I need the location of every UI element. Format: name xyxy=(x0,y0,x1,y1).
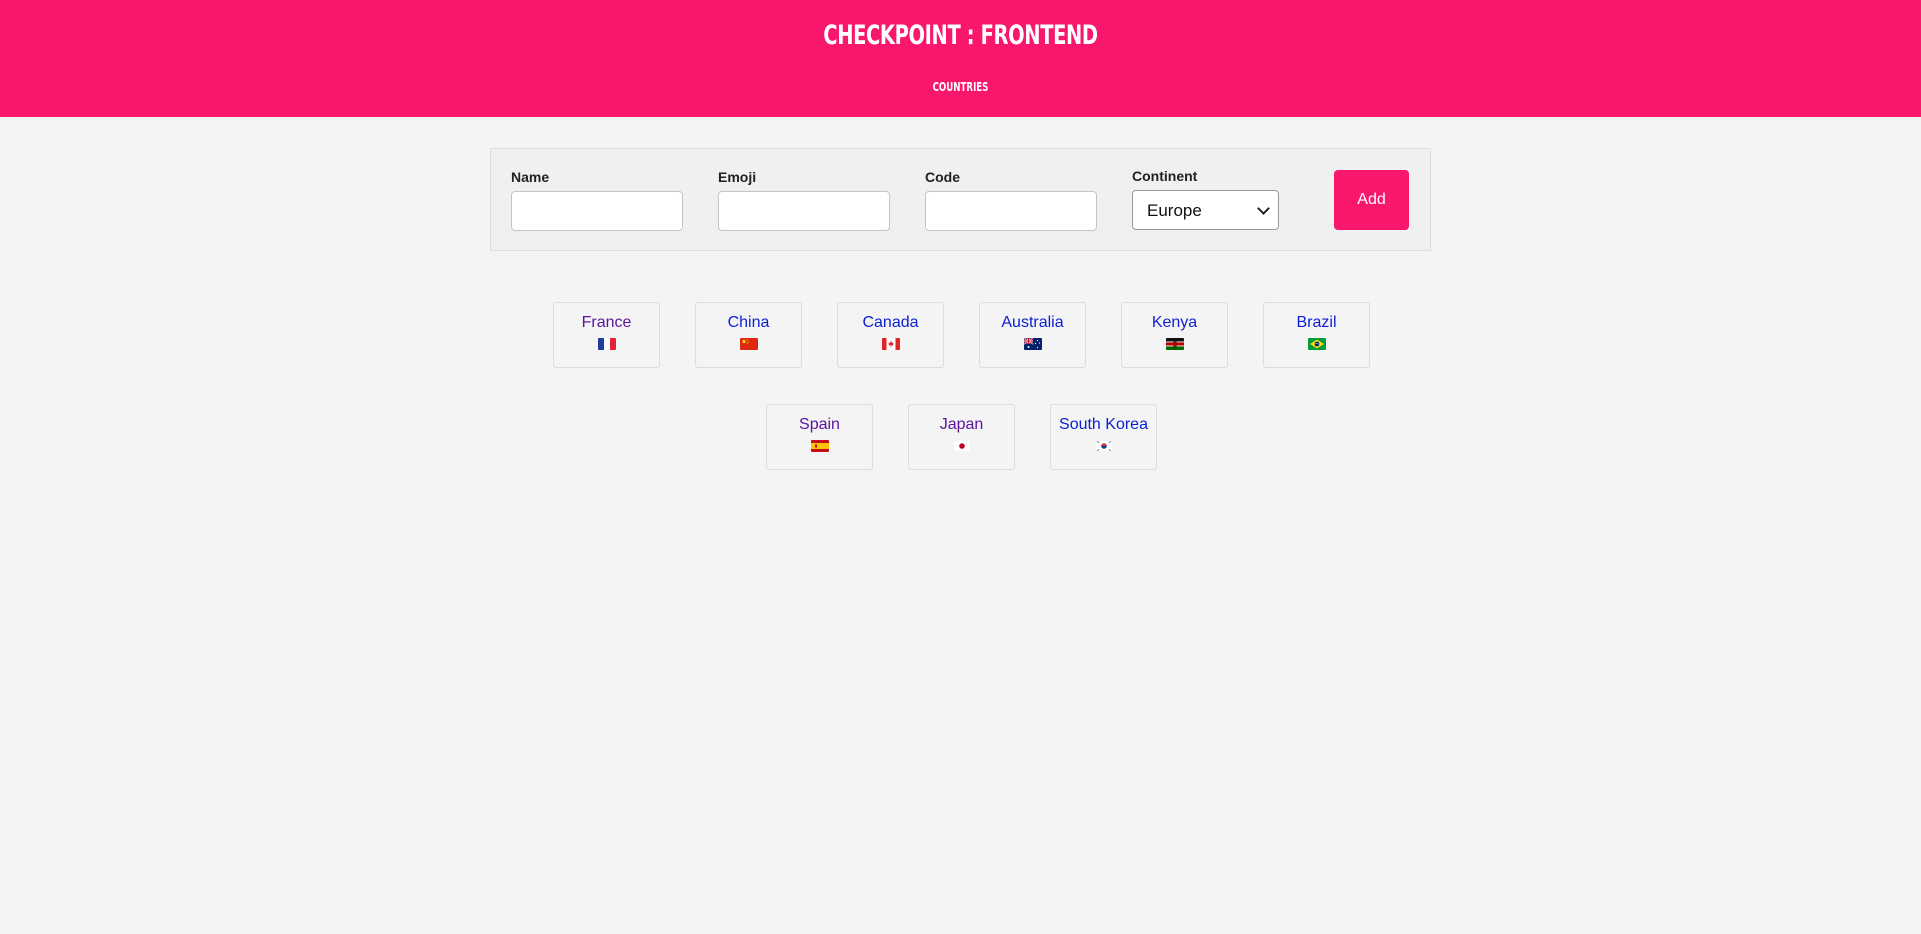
continent-field: Continent Europe xyxy=(1132,168,1279,230)
country-card-brazil[interactable]: Brazil xyxy=(1263,302,1370,368)
spain-flag-icon xyxy=(810,440,829,452)
country-name: Japan xyxy=(939,416,984,433)
country-card-canada[interactable]: Canada xyxy=(837,302,944,368)
code-input[interactable] xyxy=(925,191,1097,231)
continent-label: Continent xyxy=(1132,168,1198,184)
country-card-china[interactable]: China xyxy=(695,302,802,368)
add-country-form: Name Emoji Code Continent Europe Add xyxy=(490,148,1431,251)
country-name: Brazil xyxy=(1296,314,1337,331)
add-button[interactable]: Add xyxy=(1334,170,1409,230)
country-card-australia[interactable]: Australia xyxy=(979,302,1086,368)
country-card-kenya[interactable]: Kenya xyxy=(1121,302,1228,368)
japan-flag-icon xyxy=(952,440,971,452)
code-label: Code xyxy=(925,169,960,185)
page-title: CHECKPOINT : FRONTEND xyxy=(823,20,1098,51)
country-card-france[interactable]: France xyxy=(553,302,660,368)
country-card-south-korea[interactable]: South Korea xyxy=(1050,404,1157,470)
south-korea-flag-icon xyxy=(1094,440,1113,452)
continent-select-value: Europe xyxy=(1147,201,1202,220)
page-header: CHECKPOINT : FRONTEND COUNTRIES xyxy=(0,0,1921,117)
emoji-input[interactable] xyxy=(718,191,890,231)
country-name: Australia xyxy=(1001,314,1064,331)
country-card-spain[interactable]: Spain xyxy=(766,404,873,470)
chevron-down-icon xyxy=(1257,202,1270,215)
country-name: France xyxy=(581,314,632,331)
name-field: Name xyxy=(511,169,683,231)
continent-select[interactable]: Europe xyxy=(1132,190,1279,230)
name-label: Name xyxy=(511,169,550,185)
emoji-label: Emoji xyxy=(718,169,757,185)
france-flag-icon xyxy=(597,338,616,350)
country-card-japan[interactable]: Japan xyxy=(908,404,1015,470)
country-name: Canada xyxy=(862,314,919,331)
china-flag-icon xyxy=(739,338,758,350)
kenya-flag-icon xyxy=(1165,338,1184,350)
page-subtitle: COUNTRIES xyxy=(932,80,989,94)
country-name: Spain xyxy=(799,416,840,433)
brazil-flag-icon xyxy=(1307,338,1326,350)
canada-flag-icon xyxy=(881,338,900,350)
country-name: China xyxy=(727,314,770,331)
country-name: South Korea xyxy=(1059,416,1148,433)
australia-flag-icon xyxy=(1023,338,1042,350)
name-input[interactable] xyxy=(511,191,683,231)
code-field: Code xyxy=(925,169,1097,231)
emoji-field: Emoji xyxy=(718,169,890,231)
country-name: Kenya xyxy=(1151,314,1198,331)
